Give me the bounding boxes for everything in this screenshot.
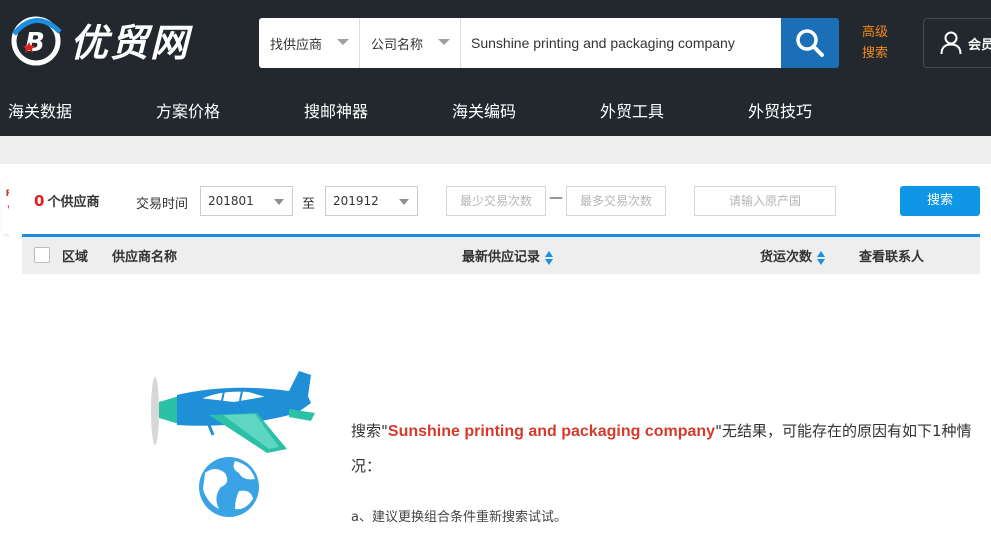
th-contacts: 查看联系人 xyxy=(859,250,925,265)
time-from-select[interactable]: 201801 xyxy=(200,186,293,216)
user-icon xyxy=(940,31,962,55)
th-region: 区域 xyxy=(62,250,89,265)
search-icon xyxy=(796,29,824,57)
filter-search-button[interactable]: 搜索 xyxy=(900,186,980,216)
min-trades-input[interactable]: 最少交易次数 xyxy=(446,186,546,216)
member-label: 会员 xyxy=(968,37,991,53)
supplier-count-value: 0 xyxy=(34,192,45,210)
advanced-search-link[interactable]: 高级 搜索 xyxy=(862,22,898,64)
nav-item-hs-code[interactable]: 海关编码 xyxy=(452,90,516,136)
empty-message-keyword: Sunshine printing and packaging company xyxy=(387,423,716,440)
max-trades-input[interactable]: 最多交易次数 xyxy=(566,186,666,216)
range-dash: — xyxy=(549,190,563,206)
sort-icon xyxy=(817,250,826,265)
chevron-down-icon xyxy=(337,39,349,45)
chevron-down-icon xyxy=(438,39,450,45)
chevron-down-icon xyxy=(399,199,409,205)
results-panel: 0 个供应商 交易时间 201801 至 201912 最少交易次数 — 最多交易… xyxy=(9,164,991,533)
top-header: B 优贸网 找供应商 公司名称 高级 搜索 会员 xyxy=(0,0,991,90)
search-type-select[interactable]: 找供应商 xyxy=(259,18,360,68)
to-label: 至 xyxy=(302,197,316,212)
sort-icon xyxy=(545,250,554,265)
chevron-down-icon xyxy=(274,199,284,205)
logo-badge-icon: B xyxy=(11,16,62,65)
time-to-select[interactable]: 201912 xyxy=(325,186,418,216)
airplane-globe-illustration xyxy=(151,371,315,517)
nav-item-email-finder[interactable]: 搜邮神器 xyxy=(304,90,368,136)
empty-result-message: 搜索"Sunshine printing and packaging compa… xyxy=(351,414,981,483)
site-logo[interactable]: B 优贸网 xyxy=(8,12,190,67)
advanced-search-line1: 高级 xyxy=(862,25,889,40)
th-shipments[interactable]: 货运次数 xyxy=(760,246,826,265)
table-header: 区域 供应商名称 最新供应记录 货运次数 查看联系人 xyxy=(22,234,980,274)
th-supplier-name: 供应商名称 xyxy=(112,250,178,265)
nav-item-customs-data[interactable]: 海关数据 xyxy=(8,90,72,136)
search-bar: 找供应商 公司名称 xyxy=(259,18,781,68)
empty-message-prefix: 搜索" xyxy=(351,422,388,440)
nav-item-trade-tools[interactable]: 外贸工具 xyxy=(600,90,664,136)
logo-text: 优贸网 xyxy=(70,20,191,65)
search-button[interactable] xyxy=(781,18,839,68)
main-nav: 海关数据 方案价格 搜邮神器 海关编码 外贸工具 外贸技巧 xyxy=(0,90,991,136)
time-from-value: 201801 xyxy=(208,194,254,208)
svg-text:B: B xyxy=(25,28,45,58)
nav-item-pricing[interactable]: 方案价格 xyxy=(156,90,220,136)
trade-time-label: 交易时间 xyxy=(136,197,189,212)
select-all-checkbox[interactable] xyxy=(34,247,50,263)
th-latest-record[interactable]: 最新供应记录 xyxy=(462,246,554,265)
origin-country-input[interactable]: 请输入原产国 xyxy=(694,186,836,216)
th-shipments-label: 货运次数 xyxy=(760,250,813,265)
supplier-count-suffix: 个供应商 xyxy=(47,195,100,210)
search-field-select[interactable]: 公司名称 xyxy=(360,18,461,68)
advanced-search-line2: 搜索 xyxy=(862,46,889,61)
nav-item-trade-tips[interactable]: 外贸技巧 xyxy=(748,90,812,136)
empty-result-tip: a、建议更换组合条件重新搜索试试。 xyxy=(351,510,567,525)
search-field-value: 公司名称 xyxy=(371,37,424,53)
search-input[interactable] xyxy=(461,18,781,68)
th-latest-record-label: 最新供应记录 xyxy=(462,250,541,265)
member-button[interactable]: 会员 xyxy=(923,18,991,68)
supplier-count: 0 个供应商 xyxy=(34,191,99,210)
time-to-value: 201912 xyxy=(333,194,379,208)
search-type-value: 找供应商 xyxy=(270,37,323,53)
